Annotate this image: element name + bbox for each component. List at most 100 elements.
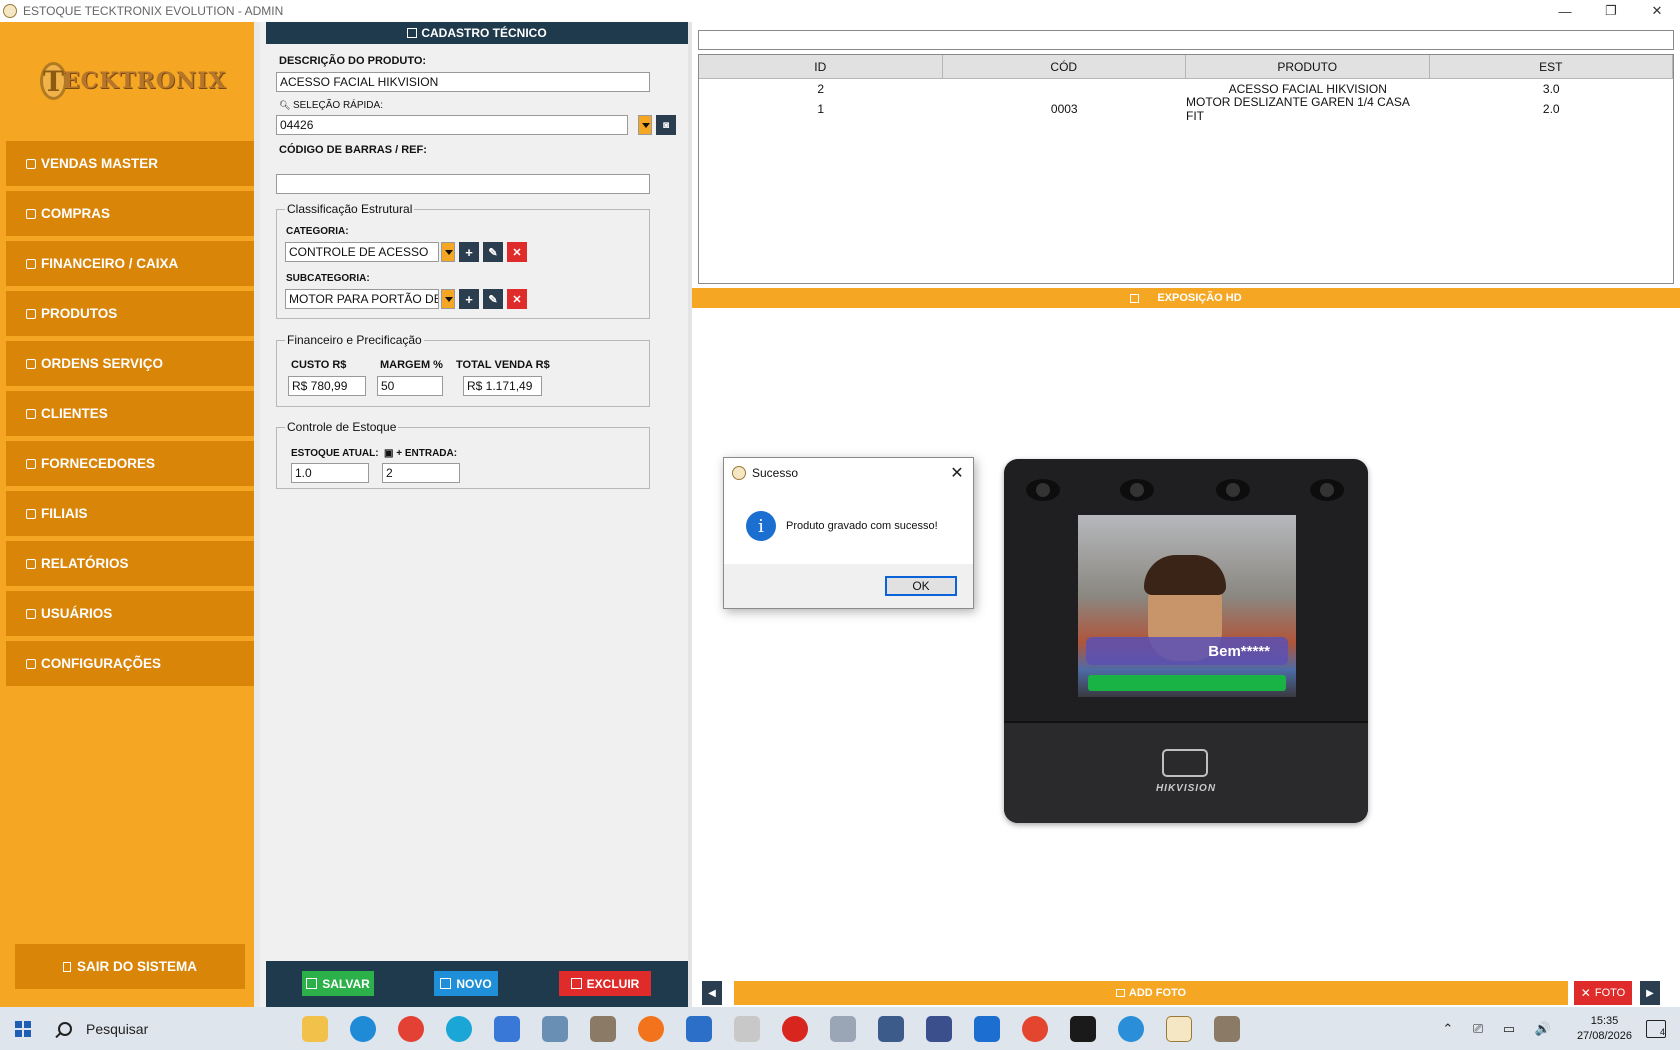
gimp-icon[interactable] xyxy=(1214,1015,1240,1042)
device-brand: HIKVISION xyxy=(1155,783,1217,794)
user-icon xyxy=(26,608,36,619)
table-row[interactable]: 1 0003 MOTOR DESLIZANTE GAREN 1/4 CASA F… xyxy=(699,95,1673,123)
menu-label: FINANCEIRO / CAIXA xyxy=(41,256,179,271)
column-header-est[interactable]: EST xyxy=(1430,55,1673,78)
sidebar: T ECKTRONIX VENDAS MASTER COMPRAS FINANC… xyxy=(0,22,260,1007)
image-icon xyxy=(1130,293,1140,303)
add-photo-button[interactable]: ADD FOTO xyxy=(734,981,1568,1005)
canva-icon[interactable] xyxy=(446,1015,472,1042)
photo-footer: ◀ ADD FOTO ✕ FOTO ▶ xyxy=(692,976,1680,1007)
quick-select-label: 🔍︎ SELEÇÃO RÁPIDA: xyxy=(279,100,383,111)
subcategory-combo[interactable]: MOTOR PARA PORTÃO DESI xyxy=(285,289,439,309)
column-header-produto[interactable]: PRODUTO xyxy=(1186,55,1430,78)
cell-id: 2 xyxy=(817,82,825,96)
app-icon[interactable] xyxy=(830,1015,856,1042)
tray-icons[interactable]: ⌃ ⎚ ▭ 🔊 xyxy=(1442,1021,1559,1037)
new-label: NOVO xyxy=(456,976,492,991)
document-icon[interactable] xyxy=(734,1015,760,1042)
minimize-button[interactable]: — xyxy=(1542,0,1588,22)
quick-select-dropdown-arrow[interactable] xyxy=(638,115,652,135)
new-button[interactable]: NOVO xyxy=(434,971,498,996)
menu-item-financeiro[interactable]: FINANCEIRO / CAIXA xyxy=(6,241,254,286)
menu-item-produtos[interactable]: PRODUTOS xyxy=(6,291,254,336)
file-explorer-icon[interactable] xyxy=(302,1015,328,1042)
menu-item-usuarios[interactable]: USUÁRIOS xyxy=(6,591,254,636)
product-search-input[interactable] xyxy=(698,30,1674,50)
exit-button[interactable]: SAIR DO SISTEMA xyxy=(15,944,245,989)
entry-input[interactable]: 2 xyxy=(382,463,460,483)
prev-photo-button[interactable]: ◀ xyxy=(702,981,722,1005)
save-button[interactable]: SALVAR xyxy=(302,971,374,996)
word-icon[interactable] xyxy=(686,1015,712,1042)
app-icon[interactable] xyxy=(878,1015,904,1042)
next-photo-button[interactable]: ▶ xyxy=(1640,981,1660,1005)
menu-item-fornecedores[interactable]: FORNECEDORES xyxy=(6,441,254,486)
margin-label: MARGEM % xyxy=(380,359,443,371)
menu-item-clientes[interactable]: CLIENTES xyxy=(6,391,254,436)
opera-icon[interactable] xyxy=(782,1015,808,1042)
edit-category-button[interactable]: ✎ xyxy=(483,242,503,262)
menu-item-vendas-master[interactable]: VENDAS MASTER xyxy=(6,141,254,186)
column-header-cod[interactable]: CÓD xyxy=(943,55,1186,78)
add-subcategory-button[interactable]: + xyxy=(459,289,479,309)
chrome-icon[interactable] xyxy=(1022,1015,1048,1042)
start-button[interactable] xyxy=(0,1007,46,1050)
tecktronix-app-icon[interactable] xyxy=(1166,1015,1192,1042)
building-icon xyxy=(26,508,36,519)
add-category-button[interactable]: + xyxy=(459,242,479,262)
notification-icon[interactable]: 4 xyxy=(1646,1019,1666,1038)
close-window-button[interactable]: ✕ xyxy=(1634,0,1680,22)
box-icon xyxy=(26,308,36,319)
category-dropdown-arrow[interactable] xyxy=(441,242,455,262)
ok-button[interactable]: OK xyxy=(885,576,957,596)
barcode-input[interactable] xyxy=(276,174,650,194)
margin-input[interactable]: 50 xyxy=(377,376,443,396)
settings-icon[interactable] xyxy=(542,1015,568,1042)
quick-select-combo[interactable]: 04426 xyxy=(276,115,628,135)
store-icon[interactable] xyxy=(494,1015,520,1042)
delete-photo-button[interactable]: ✕ FOTO xyxy=(1574,981,1632,1005)
cost-label: CUSTO R$ xyxy=(291,359,347,371)
description-input[interactable]: ACESSO FACIAL HIKVISION xyxy=(276,72,650,92)
restore-button[interactable]: ❐ xyxy=(1588,0,1634,22)
total-input[interactable]: R$ 1.171,49 xyxy=(463,376,542,396)
column-header-id[interactable]: ID xyxy=(699,55,943,78)
search-icon: 🔍︎ xyxy=(279,100,293,110)
window-title: ESTOQUE TECKTRONIX EVOLUTION - ADMIN xyxy=(23,4,284,18)
app-icon[interactable] xyxy=(1118,1015,1144,1042)
cost-input[interactable]: R$ 780,99 xyxy=(288,376,366,396)
chrome-icon[interactable] xyxy=(398,1015,424,1042)
clock-date: 27/08/2026 xyxy=(1576,1029,1632,1042)
delete-button[interactable]: EXCLUIR xyxy=(559,971,651,996)
delete-subcategory-button[interactable]: ✕ xyxy=(507,289,527,309)
sidebar-splitter[interactable] xyxy=(254,22,260,1007)
category-combo[interactable]: CONTROLE DE ACESSO xyxy=(285,242,439,262)
subcategory-dropdown-arrow[interactable] xyxy=(441,289,455,309)
app-icon[interactable] xyxy=(974,1015,1000,1042)
search-icon xyxy=(58,1021,72,1036)
window-controls: — ❐ ✕ xyxy=(1542,0,1680,22)
taskbar-search[interactable]: Pesquisar xyxy=(46,1007,246,1050)
menu-item-configuracoes[interactable]: CONFIGURAÇÕES xyxy=(6,641,254,686)
camera-scan-button[interactable]: ◙ xyxy=(656,115,676,135)
menu-item-compras[interactable]: COMPRAS xyxy=(6,191,254,236)
edit-subcategory-button[interactable]: ✎ xyxy=(483,289,503,309)
dialog-close-button[interactable]: ✕ xyxy=(947,463,967,483)
current-stock-input[interactable]: 1.0 xyxy=(291,463,369,483)
terminal-icon[interactable] xyxy=(1070,1015,1096,1042)
menu-item-relatorios[interactable]: RELATÓRIOS xyxy=(6,541,254,586)
classification-legend: Classificação Estrutural xyxy=(285,202,415,216)
clock[interactable]: 15:35 27/08/2026 xyxy=(1577,1014,1632,1044)
delete-category-button[interactable]: ✕ xyxy=(507,242,527,262)
delete-photo-label: FOTO xyxy=(1594,987,1626,999)
app-icon[interactable] xyxy=(926,1015,952,1042)
cell-cod xyxy=(943,79,1187,99)
menu-item-ordens-servico[interactable]: ORDENS SERVIÇO xyxy=(6,341,254,386)
edge-icon[interactable] xyxy=(350,1015,376,1042)
device-camera xyxy=(1216,479,1250,501)
gimp-icon[interactable] xyxy=(590,1015,616,1042)
menu-item-filiais[interactable]: FILIAIS xyxy=(6,491,254,536)
chart-icon xyxy=(26,558,36,569)
add-photo-label: ADD FOTO xyxy=(1128,987,1187,999)
firefox-icon[interactable] xyxy=(638,1015,664,1042)
